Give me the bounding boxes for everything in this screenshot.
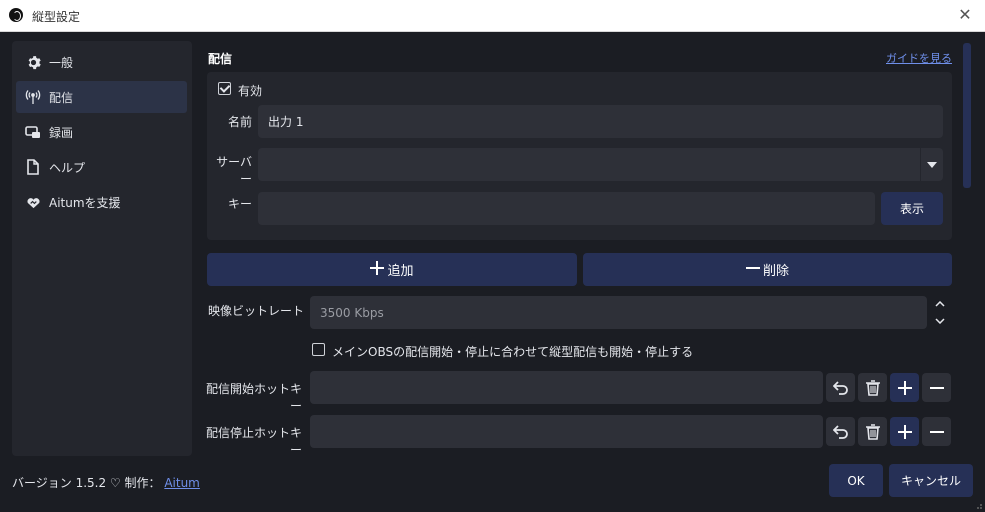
author-link[interactable]: Aitum [164, 476, 200, 490]
plus-icon [370, 260, 385, 279]
minus-icon [745, 261, 760, 279]
camera-icon [25, 124, 41, 140]
add-label: 追加 [387, 264, 414, 279]
remove-output-button[interactable]: 削除 [583, 253, 952, 286]
name-field[interactable]: 出力 1 [258, 105, 943, 138]
server-select[interactable] [258, 148, 943, 181]
sync-label: メインOBSの配信開始・停止に合わせて縦型配信も開始・停止する [332, 345, 694, 359]
show-key-button[interactable]: 表示 [881, 192, 943, 225]
ok-button[interactable]: OK [829, 464, 883, 497]
version-text: バージョン 1.5.2 ♡ 制作： [12, 476, 161, 490]
sidebar-item-support[interactable]: Aitumを支援 [16, 186, 187, 218]
undo-icon[interactable] [826, 417, 855, 446]
output-group: 有効 名前 出力 1 サーバー キー 表示 [207, 72, 952, 240]
sidebar-item-help[interactable]: ヘルプ [16, 151, 187, 183]
undo-icon[interactable] [826, 373, 855, 402]
name-label: 名前 [227, 115, 252, 129]
sidebar-item-label: Aitumを支援 [49, 195, 121, 210]
server-label: サーバー [216, 155, 252, 186]
chevron-up-icon[interactable] [935, 301, 945, 307]
vertical-scrollbar[interactable] [963, 43, 971, 188]
heart-icon [25, 194, 41, 210]
chevron-down-icon[interactable] [921, 161, 943, 168]
close-icon[interactable]: ✕ [955, 5, 975, 25]
sync-checkbox[interactable] [312, 343, 325, 356]
sidebar-item-label: 録画 [49, 125, 74, 140]
resize-grip-icon[interactable] [973, 500, 983, 510]
sidebar-item-label: ヘルプ [49, 160, 86, 175]
start-hotkey-field[interactable] [310, 371, 823, 404]
trash-icon[interactable] [858, 373, 887, 402]
sidebar: 一般 配信 録画 ヘルプ Aitumを支援 [12, 41, 192, 456]
sidebar-item-label: 一般 [49, 55, 74, 70]
key-field[interactable] [258, 192, 875, 225]
remove-hotkey-icon[interactable] [922, 373, 951, 402]
remove-hotkey-icon[interactable] [922, 417, 951, 446]
bitrate-spinbox[interactable]: 3500 Kbps [310, 296, 927, 329]
add-hotkey-icon[interactable] [890, 373, 919, 402]
sidebar-item-general[interactable]: 一般 [16, 46, 187, 78]
enabled-label: 有効 [238, 84, 263, 98]
bitrate-label: 映像ビットレート [207, 304, 304, 318]
antenna-icon [25, 89, 41, 105]
stream-settings-panel: 配信 ガイドを見る 有効 名前 出力 1 サーバー キー 表示 追加 削除 映像… [198, 41, 958, 457]
sidebar-item-label: 配信 [49, 90, 74, 105]
stop-hotkey-field[interactable] [310, 415, 823, 448]
cancel-button[interactable]: キャンセル [889, 464, 973, 497]
bitrate-stepper[interactable] [929, 296, 951, 329]
start-hotkey-label: 配信開始ホットキー [205, 382, 302, 413]
window-title: 縦型設定 [32, 10, 81, 24]
gear-icon [25, 54, 41, 70]
version-info: バージョン 1.5.2 ♡ 制作： Aitum [12, 474, 200, 491]
guide-link[interactable]: ガイドを見る [886, 50, 952, 66]
obs-logo-icon [9, 8, 23, 22]
sidebar-item-stream[interactable]: 配信 [16, 81, 187, 113]
document-icon [25, 159, 41, 175]
title-bar: 縦型設定 ✕ [0, 0, 985, 32]
trash-icon[interactable] [858, 417, 887, 446]
chevron-down-icon[interactable] [935, 318, 945, 324]
stop-hotkey-label: 配信停止ホットキー [205, 426, 302, 457]
section-title: 配信 [208, 52, 233, 66]
add-hotkey-icon[interactable] [890, 417, 919, 446]
add-output-button[interactable]: 追加 [207, 253, 577, 286]
enabled-checkbox[interactable] [218, 82, 231, 95]
key-label: キー [227, 197, 252, 211]
sidebar-item-recording[interactable]: 録画 [16, 116, 187, 148]
remove-label: 削除 [762, 264, 789, 279]
